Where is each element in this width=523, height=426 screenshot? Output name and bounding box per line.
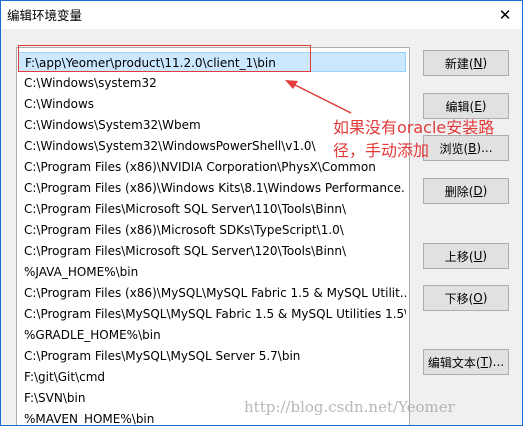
path-list-item[interactable]: F:\app\Yeomer\product\11.2.0\client_1\bi… (18, 52, 406, 72)
path-list-item[interactable]: %JAVA_HOME%\bin (18, 262, 406, 282)
path-list-item[interactable]: F:\git\Git\cmd (18, 367, 406, 387)
move-down-button[interactable]: 下移(O) (423, 285, 509, 311)
path-list-item[interactable]: C:\Program Files\Microsoft SQL Server\11… (18, 199, 406, 219)
new-button[interactable]: 新建(N) (423, 50, 509, 76)
path-list-item[interactable]: C:\Program Files\MySQL\MySQL Server 5.7\… (18, 346, 406, 366)
close-icon[interactable]: ✕ (490, 1, 520, 29)
path-list-item[interactable]: C:\Windows\system32 (18, 73, 406, 93)
browse-button[interactable]: 浏览(B)... (423, 135, 509, 161)
path-list-item[interactable]: %GRADLE_HOME%\bin (18, 325, 406, 345)
path-list-item[interactable]: C:\Windows\System32\WindowsPowerShell\v1… (18, 136, 406, 156)
edit-button[interactable]: 编辑(E) (423, 93, 509, 119)
title-bar: 编辑环境变量 ✕ (1, 1, 522, 29)
path-list-item[interactable]: C:\Windows (18, 94, 406, 114)
path-list-item[interactable]: C:\Program Files\Microsoft SQL Server\12… (18, 241, 406, 261)
edit-env-variable-dialog: 编辑环境变量 ✕ F:\app\Yeomer\product\11.2.0\cl… (0, 0, 523, 426)
path-list-item[interactable]: C:\Program Files (x86)\Microsoft SDKs\Ty… (18, 220, 406, 240)
path-list-item[interactable]: C:\Program Files (x86)\MySQL\MySQL Fabri… (18, 283, 406, 303)
path-list-item[interactable]: %MAVEN_HOME%\bin (18, 409, 406, 425)
edit-text-button[interactable]: 编辑文本(T)... (423, 349, 509, 375)
move-up-button[interactable]: 上移(U) (423, 243, 509, 269)
path-list[interactable]: F:\app\Yeomer\product\11.2.0\client_1\bi… (16, 47, 410, 425)
path-list-item[interactable]: C:\Program Files\MySQL\MySQL Fabric 1.5 … (18, 304, 406, 324)
path-list-item[interactable]: F:\SVN\bin (18, 388, 406, 408)
path-list-item[interactable]: C:\Program Files (x86)\NVIDIA Corporatio… (18, 157, 406, 177)
window-title: 编辑环境变量 (7, 8, 83, 23)
path-list-item[interactable]: C:\Program Files (x86)\Windows Kits\8.1\… (18, 178, 406, 198)
path-list-item[interactable]: C:\Windows\System32\Wbem (18, 115, 406, 135)
delete-button[interactable]: 删除(D) (423, 178, 509, 204)
